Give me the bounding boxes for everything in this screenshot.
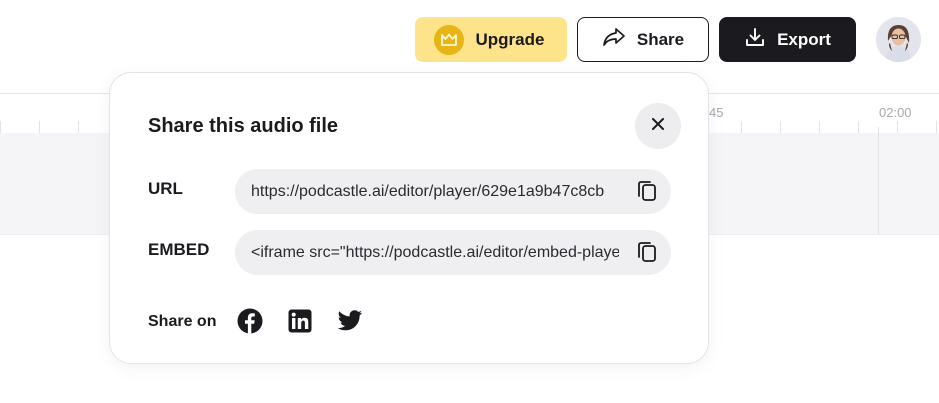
avatar[interactable] [876, 17, 921, 62]
upgrade-button[interactable]: Upgrade [415, 17, 567, 62]
url-label: URL [148, 179, 183, 198]
download-icon [744, 26, 766, 53]
timeline-time-label: 02:00 [879, 105, 912, 120]
close-icon [651, 117, 665, 136]
crown-icon [433, 24, 464, 55]
popover-title: Share this audio file [148, 115, 339, 137]
share-popover: Share this audio file URL https://podcas… [109, 72, 709, 364]
copy-icon[interactable] [635, 240, 659, 264]
export-button[interactable]: Export [719, 17, 856, 62]
linkedin-icon[interactable] [286, 307, 314, 335]
embed-label: EMBED [148, 240, 210, 259]
url-field[interactable]: https://podcastle.ai/editor/player/629e1… [235, 169, 671, 214]
upgrade-label: Upgrade [475, 29, 545, 49]
close-button[interactable] [635, 103, 681, 149]
embed-field[interactable]: <iframe src="https://podcastle.ai/editor… [235, 230, 671, 275]
share-on-label: Share on [148, 313, 217, 330]
share-button[interactable]: Share [577, 17, 709, 62]
share-label: Share [636, 29, 685, 49]
share-arrow-icon [602, 26, 626, 53]
timeline-marker [878, 127, 879, 235]
export-label: Export [777, 29, 831, 49]
twitter-icon[interactable] [336, 307, 364, 335]
timeline-time-label: 45 [709, 105, 724, 120]
url-value[interactable]: https://podcastle.ai/editor/player/629e1… [251, 183, 619, 201]
facebook-icon[interactable] [236, 307, 264, 335]
embed-value[interactable]: <iframe src="https://podcastle.ai/editor… [251, 244, 619, 262]
copy-icon[interactable] [635, 179, 659, 203]
